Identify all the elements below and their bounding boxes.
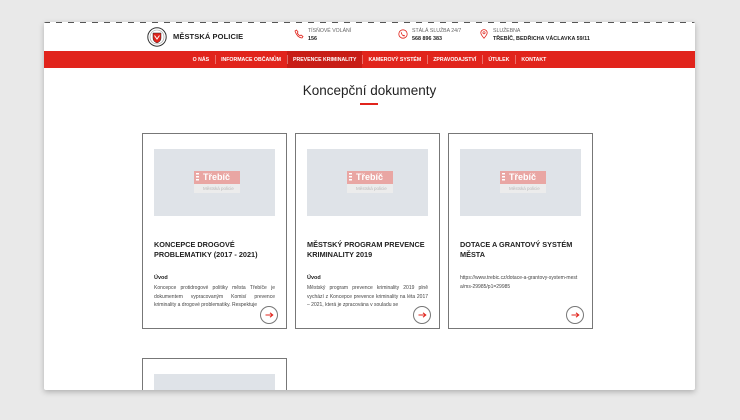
main-nav: O NÁS INFORMACE OBČANŮM PREVENCE KRIMINA…: [44, 51, 695, 68]
contact-emergency[interactable]: TÍSŇOVÉ VOLÁNÍ 156: [294, 28, 351, 43]
arrow-right-icon: [418, 312, 427, 318]
document-card[interactable]: Třebíč Městská policie DOTACE A GRANTOVÝ…: [448, 133, 593, 329]
police-logo-icon[interactable]: [147, 27, 167, 47]
nav-item-about[interactable]: O NÁS: [187, 51, 215, 68]
card-subtitle: Úvod: [154, 275, 168, 281]
card-excerpt: Městský program prevence kriminality 201…: [307, 285, 428, 309]
contact-label: SLUŽEBNA: [493, 28, 521, 34]
trebic-logo-tagline: Městská policie: [347, 184, 393, 193]
card-title[interactable]: DOTACE A GRANTOVÝ SYSTÉM MĚSTA: [460, 240, 585, 260]
card-title[interactable]: MĚSTSKÝ PROGRAM PREVENCE KRIMINALITY 201…: [307, 240, 432, 260]
trebic-logo-tagline: Městská policie: [194, 184, 240, 193]
trebic-logo-mark: [196, 173, 199, 182]
contact-value: 568 896 383: [412, 36, 442, 42]
trebic-logo: Třebíč Městská policie: [194, 171, 240, 193]
trebic-logo-name: Třebíč: [194, 171, 240, 184]
card-excerpt: Koncepce protidrogové politiky města Tře…: [154, 285, 275, 309]
trebic-logo: Třebíč Městská policie: [347, 171, 393, 193]
browser-window: MĚSTSKÁ POLICIE TÍSŇOVÉ VOLÁNÍ 156 STÁLÁ…: [44, 22, 695, 390]
card-read-more-button[interactable]: [413, 306, 431, 324]
document-card[interactable]: Třebíč Městská policie MĚSTSKÝ PROGRAM P…: [295, 133, 440, 329]
card-thumbnail: [154, 374, 275, 390]
site-brand[interactable]: MĚSTSKÁ POLICIE: [173, 32, 243, 41]
title-underline: [360, 103, 378, 105]
page-title: Koncepční dokumenty: [302, 83, 437, 98]
card-read-more-button[interactable]: [566, 306, 584, 324]
site-header: MĚSTSKÁ POLICIE TÍSŇOVÉ VOLÁNÍ 156 STÁLÁ…: [44, 22, 695, 51]
trebic-logo: Třebíč Městská policie: [500, 171, 546, 193]
nav-item-crime-prevention[interactable]: PREVENCE KRIMINALITY: [287, 51, 363, 68]
trebic-logo-mark: [502, 173, 505, 182]
arrow-right-icon: [571, 312, 580, 318]
card-read-more-button[interactable]: [260, 306, 278, 324]
card-link[interactable]: https://www.trebic.cz/dotace-a-grantovy-…: [460, 274, 581, 294]
phone-24-icon: [398, 29, 408, 39]
nav-item-camera-system[interactable]: KAMEROVÝ SYSTÉM: [362, 51, 427, 68]
nav-item-contact[interactable]: KONTAKT: [515, 51, 552, 68]
trebic-logo-name: Třebíč: [347, 171, 393, 184]
contact-service[interactable]: STÁLÁ SLUŽBA 24/7 568 896 383: [398, 28, 461, 43]
card-subtitle: Úvod: [307, 275, 321, 281]
trebic-logo-mark: [349, 173, 352, 182]
document-card[interactable]: [142, 358, 287, 390]
contact-value: 156: [308, 36, 317, 42]
document-card[interactable]: Třebíč Městská policie KONCEPCE DROGOVÉ …: [142, 133, 287, 329]
contact-station[interactable]: SLUŽEBNA TŘEBÍČ, BEDŘICHA VÁCLAVKA 59/11: [479, 28, 590, 43]
nav-item-news[interactable]: ZPRAVODAJSTVÍ: [427, 51, 482, 68]
card-thumbnail: Třebíč Městská policie: [307, 149, 428, 216]
contact-label: STÁLÁ SLUŽBA 24/7: [412, 28, 462, 34]
arrow-right-icon: [265, 312, 274, 318]
card-thumbnail: Třebíč Městská policie: [460, 149, 581, 216]
map-pin-icon: [480, 29, 488, 39]
nav-item-citizen-info[interactable]: INFORMACE OBČANŮM: [215, 51, 287, 68]
trebic-logo-tagline: Městská policie: [500, 184, 546, 193]
trebic-logo-name: Třebíč: [500, 171, 546, 184]
contact-label: TÍSŇOVÉ VOLÁNÍ: [308, 28, 352, 34]
contact-value: TŘEBÍČ, BEDŘICHA VÁCLAVKA 59/11: [493, 36, 590, 42]
card-thumbnail: Třebíč Městská policie: [154, 149, 275, 216]
card-title[interactable]: KONCEPCE DROGOVÉ PROBLEMATIKY (2017 - 20…: [154, 240, 279, 260]
nav-item-shelter[interactable]: ÚTULEK: [482, 51, 515, 68]
phone-icon: [294, 29, 304, 39]
